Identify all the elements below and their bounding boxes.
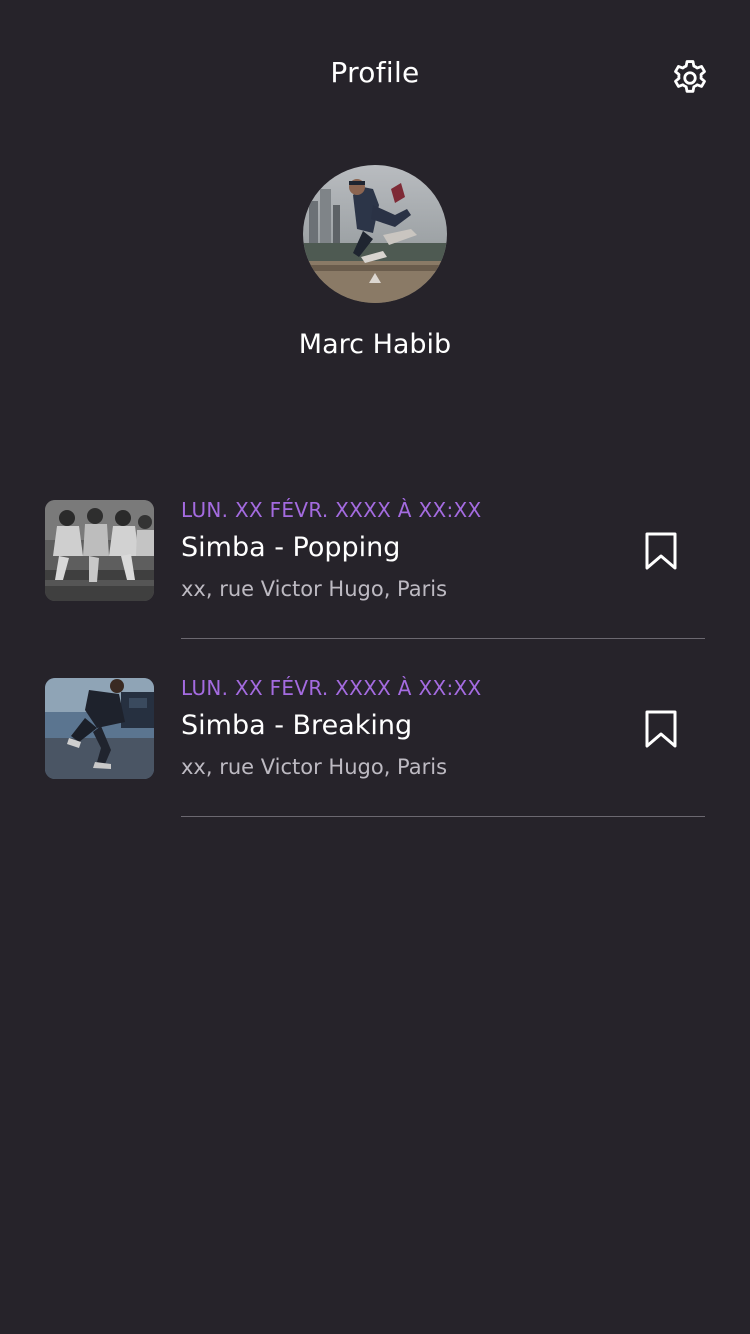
profile-name: Marc Habib xyxy=(298,329,452,360)
profile-section: Marc Habib xyxy=(0,165,750,375)
event-thumbnail xyxy=(45,500,154,601)
gear-icon xyxy=(674,60,706,93)
event-photo-popping xyxy=(45,500,154,601)
row-divider xyxy=(181,816,705,817)
row-divider xyxy=(181,638,705,639)
event-address: xx, rue Victor Hugo, Paris xyxy=(181,755,448,779)
list-item[interactable]: LUN. XX FÉVR. XXXX À XX:XX Simba - Poppi… xyxy=(0,498,750,676)
event-date: LUN. XX FÉVR. XXXX À XX:XX xyxy=(181,676,482,700)
header: Profile xyxy=(0,0,750,150)
bookmark-button[interactable] xyxy=(638,706,684,752)
event-list: LUN. XX FÉVR. XXXX À XX:XX Simba - Poppi… xyxy=(0,498,750,854)
event-title: Simba - Popping xyxy=(181,532,401,563)
page-title: Profile xyxy=(330,56,420,89)
bookmark-icon xyxy=(645,532,677,570)
event-photo-breaking xyxy=(45,678,154,779)
bookmark-icon xyxy=(645,710,677,748)
settings-button[interactable] xyxy=(668,56,712,100)
profile-photo xyxy=(303,165,447,303)
event-date: LUN. XX FÉVR. XXXX À XX:XX xyxy=(181,498,482,522)
bookmark-button[interactable] xyxy=(638,528,684,574)
list-item[interactable]: LUN. XX FÉVR. XXXX À XX:XX Simba - Break… xyxy=(0,676,750,854)
event-thumbnail xyxy=(45,678,154,779)
avatar[interactable] xyxy=(303,165,447,303)
event-address: xx, rue Victor Hugo, Paris xyxy=(181,577,448,601)
event-title: Simba - Breaking xyxy=(181,710,413,741)
